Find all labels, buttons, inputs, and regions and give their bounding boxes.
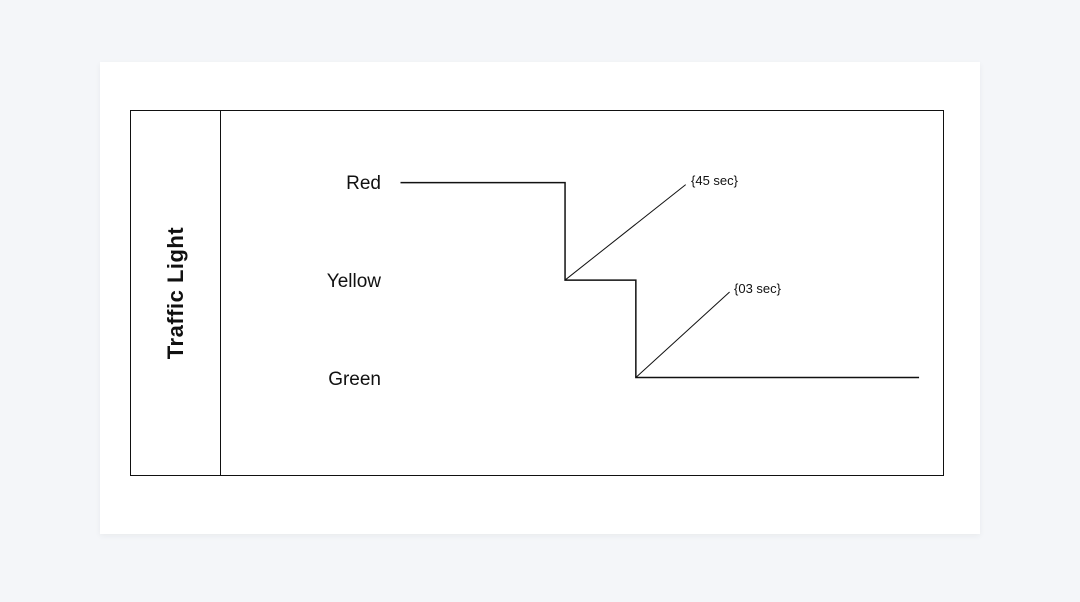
state-label-yellow: Yellow <box>281 271 381 293</box>
page: Traffic Light Red Yellow Green {45 sec} … <box>0 0 1080 602</box>
transition-duration-1: {45 sec} <box>691 173 738 188</box>
figure-card: Traffic Light Red Yellow Green {45 sec} … <box>100 62 980 534</box>
state-label-green: Green <box>281 369 381 391</box>
timing-signal <box>221 111 943 475</box>
title-cell: Traffic Light <box>131 111 221 475</box>
signal-line <box>401 183 920 378</box>
timing-diagram-frame: Traffic Light Red Yellow Green {45 sec} … <box>130 110 944 476</box>
annotation-leader-2 <box>636 292 730 378</box>
transition-duration-2: {03 sec} <box>734 281 781 296</box>
chart-area: Red Yellow Green {45 sec} {03 sec} <box>221 111 943 475</box>
state-label-red: Red <box>281 173 381 195</box>
diagram-title: Traffic Light <box>163 227 189 359</box>
annotation-leader-1 <box>565 185 686 280</box>
